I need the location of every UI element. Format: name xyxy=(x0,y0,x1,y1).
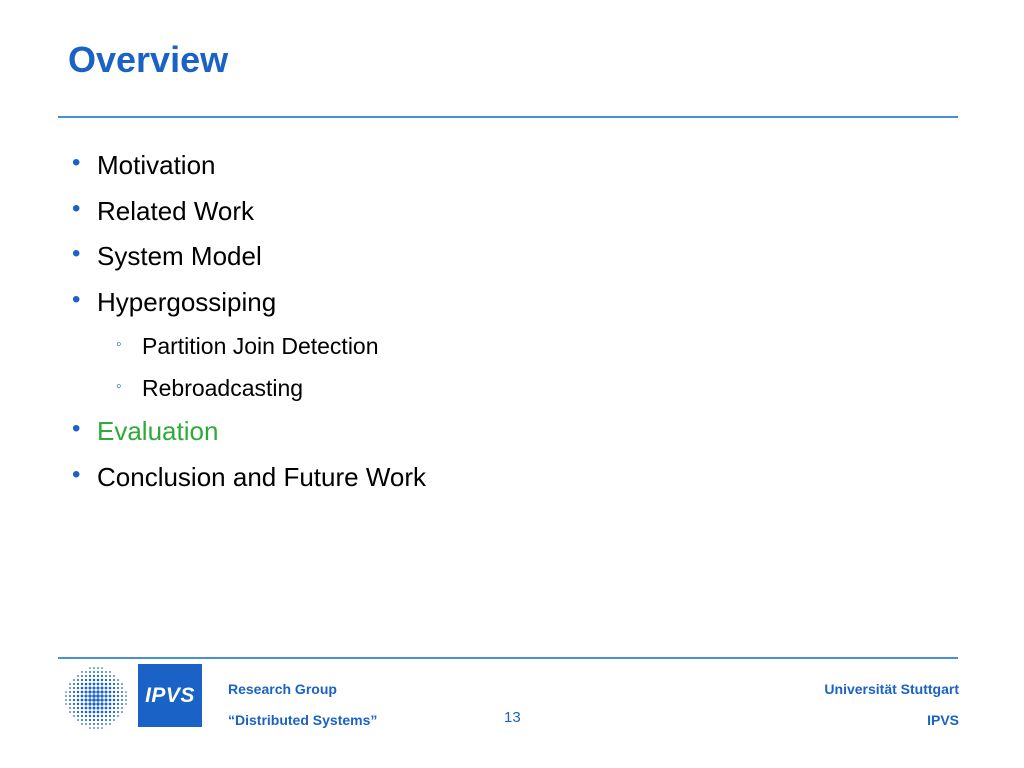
university-name: Universität Stuttgart xyxy=(824,681,959,697)
title-divider xyxy=(58,116,958,118)
bullet-text: Conclusion and Future Work xyxy=(97,461,427,492)
bullet-ring-icon: ◦ xyxy=(116,378,122,395)
research-group-name: “Distributed Systems” xyxy=(228,712,378,728)
bullet-text: Related Work xyxy=(97,195,255,226)
ipvs-logo: IPVS xyxy=(138,664,202,727)
institute-name: IPVS xyxy=(927,712,959,728)
bullet-ring-icon: ◦ xyxy=(116,336,122,353)
bullet-item: • Related Work xyxy=(72,189,426,235)
bullet-text: Evaluation xyxy=(97,416,219,446)
bullet-item: • Conclusion and Future Work xyxy=(72,455,426,501)
bullet-text: Hypergossiping xyxy=(97,286,277,317)
bullet-dot-icon: • xyxy=(72,460,81,488)
bullet-item: • Hypergossiping xyxy=(72,280,426,326)
bullet-dot-icon: • xyxy=(72,415,81,442)
slide-title: Overview xyxy=(68,39,229,80)
bullet-dot-icon: • xyxy=(72,194,81,222)
bullet-item-current: • Evaluation xyxy=(72,409,426,455)
bullet-item: • System Model xyxy=(72,234,426,280)
bullet-dot-icon: • xyxy=(72,240,81,267)
page-number: 13 xyxy=(504,709,521,726)
bullet-dot-icon: • xyxy=(72,149,81,176)
bullet-text: Motivation xyxy=(97,150,216,180)
slide: Overview • Motivation • Related Work • S… xyxy=(0,0,1024,768)
sub-bullet-item: ◦ Partition Join Detection xyxy=(72,325,426,367)
sub-bullet-text: Partition Join Detection xyxy=(142,333,379,359)
bullet-item: • Motivation xyxy=(72,143,426,189)
sub-bullet-item: ◦ Rebroadcasting xyxy=(72,367,426,409)
footer-divider xyxy=(58,657,958,659)
university-logo-icon xyxy=(65,667,127,729)
ipvs-logo-label: IPVS xyxy=(145,683,195,707)
sub-bullet-text: Rebroadcasting xyxy=(142,375,304,401)
research-group-label: Research Group xyxy=(228,681,337,697)
bullet-dot-icon: • xyxy=(72,285,81,313)
bullet-list: • Motivation • Related Work • System Mod… xyxy=(72,143,426,500)
bullet-text: System Model xyxy=(97,241,262,271)
